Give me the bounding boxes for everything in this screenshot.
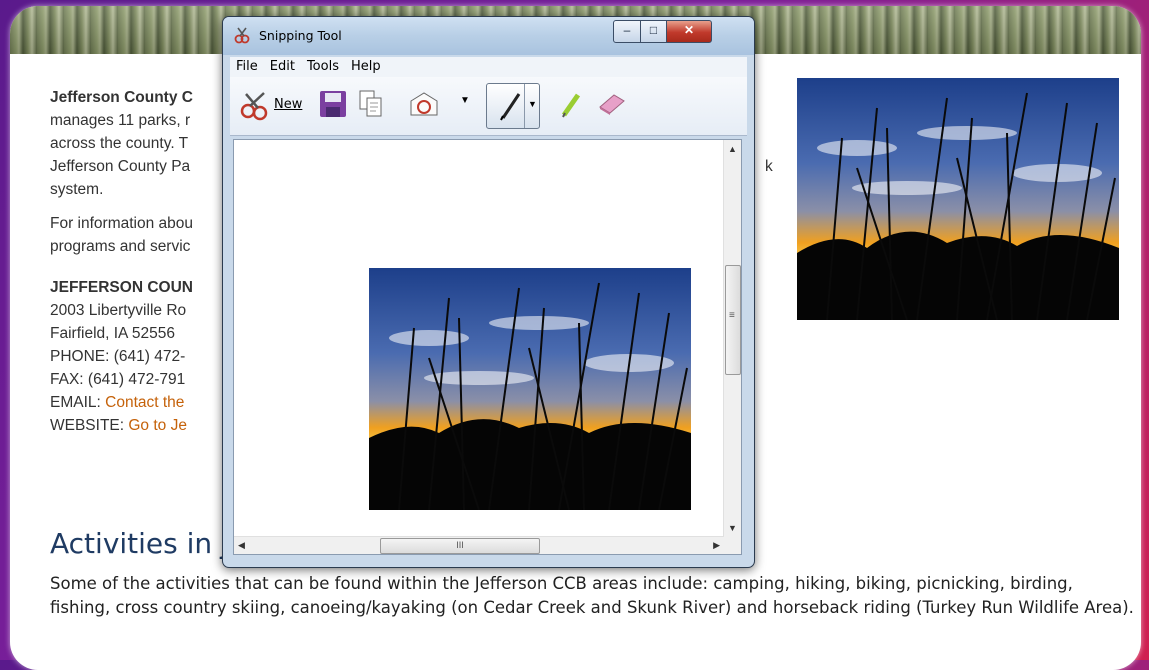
eraser-icon[interactable]: [596, 89, 628, 117]
vertical-scroll-thumb[interactable]: ≡: [725, 265, 741, 375]
activities-heading: Activities in J: [50, 527, 230, 560]
pen-dropdown[interactable]: ▼: [524, 84, 539, 128]
email-link[interactable]: Contact the: [105, 394, 184, 411]
toolbar: New ▼ ▼: [230, 77, 747, 136]
menu-edit[interactable]: Edit: [264, 57, 301, 74]
activities-paragraph: Some of the activities that can be found…: [50, 574, 1134, 617]
new-snip-button[interactable]: New: [234, 83, 308, 127]
pen-dropdown-arrow-icon: ▼: [528, 99, 537, 109]
scroll-up-arrow-icon[interactable]: ▲: [728, 144, 737, 154]
scroll-right-arrow-icon[interactable]: ▶: [713, 540, 720, 551]
horizontal-scrollbar[interactable]: ◀ III ▶: [234, 536, 724, 554]
pen-icon: [500, 93, 521, 121]
intro-line: Jefferson County Pa: [50, 158, 191, 175]
close-button[interactable]: ✕: [666, 20, 712, 43]
minimize-button[interactable]: –: [613, 20, 641, 43]
send-dropdown-arrow-icon[interactable]: ▼: [460, 95, 470, 106]
vertical-scrollbar[interactable]: ▲ ≡ ▼: [723, 140, 741, 537]
scissors-app-icon: [234, 27, 250, 44]
intro-bold-text: Jefferson County C: [50, 89, 193, 106]
copy-icon[interactable]: [358, 89, 384, 119]
close-icon: ✕: [683, 23, 695, 37]
snip-image: [369, 268, 691, 510]
send-snip-icon[interactable]: [408, 89, 440, 119]
maximize-icon: □: [649, 23, 658, 37]
website-link[interactable]: Go to Je: [128, 417, 187, 434]
window-title: Snipping Tool: [259, 28, 342, 43]
menu-help[interactable]: Help: [345, 57, 387, 74]
menu-file[interactable]: File: [230, 57, 264, 74]
vertical-grip-icon: ≡: [729, 310, 735, 321]
intro-suffix: k: [765, 158, 773, 175]
menu-bar: File Edit Tools Help: [230, 57, 747, 77]
resize-grip-icon[interactable]: [724, 537, 741, 554]
window-titlebar[interactable]: Snipping Tool – □ ✕: [223, 17, 754, 55]
email-label: EMAIL:: [50, 394, 106, 411]
snipping-tool-window[interactable]: Snipping Tool – □ ✕ File Edit Tools Help Ne…: [222, 16, 755, 568]
maximize-button[interactable]: □: [640, 20, 667, 43]
pen-tool-button[interactable]: ▼: [486, 83, 540, 129]
scroll-down-arrow-icon[interactable]: ▼: [728, 523, 737, 533]
scroll-left-arrow-icon[interactable]: ◀: [238, 540, 245, 551]
highlighter-icon[interactable]: [558, 89, 584, 119]
minimize-icon: –: [623, 23, 631, 37]
horizontal-grip-icon: III: [456, 540, 464, 550]
snip-canvas[interactable]: ▲ ≡ ▼ ◀ III ▶: [233, 139, 742, 555]
new-snip-icon: [240, 92, 268, 121]
sunset-grass-photo: [797, 78, 1119, 320]
horizontal-scroll-thumb[interactable]: III: [380, 538, 540, 554]
menu-tools[interactable]: Tools: [301, 57, 345, 74]
save-icon[interactable]: [318, 89, 348, 119]
new-button-label: New: [274, 97, 303, 112]
website-label: WEBSITE:: [50, 417, 129, 434]
